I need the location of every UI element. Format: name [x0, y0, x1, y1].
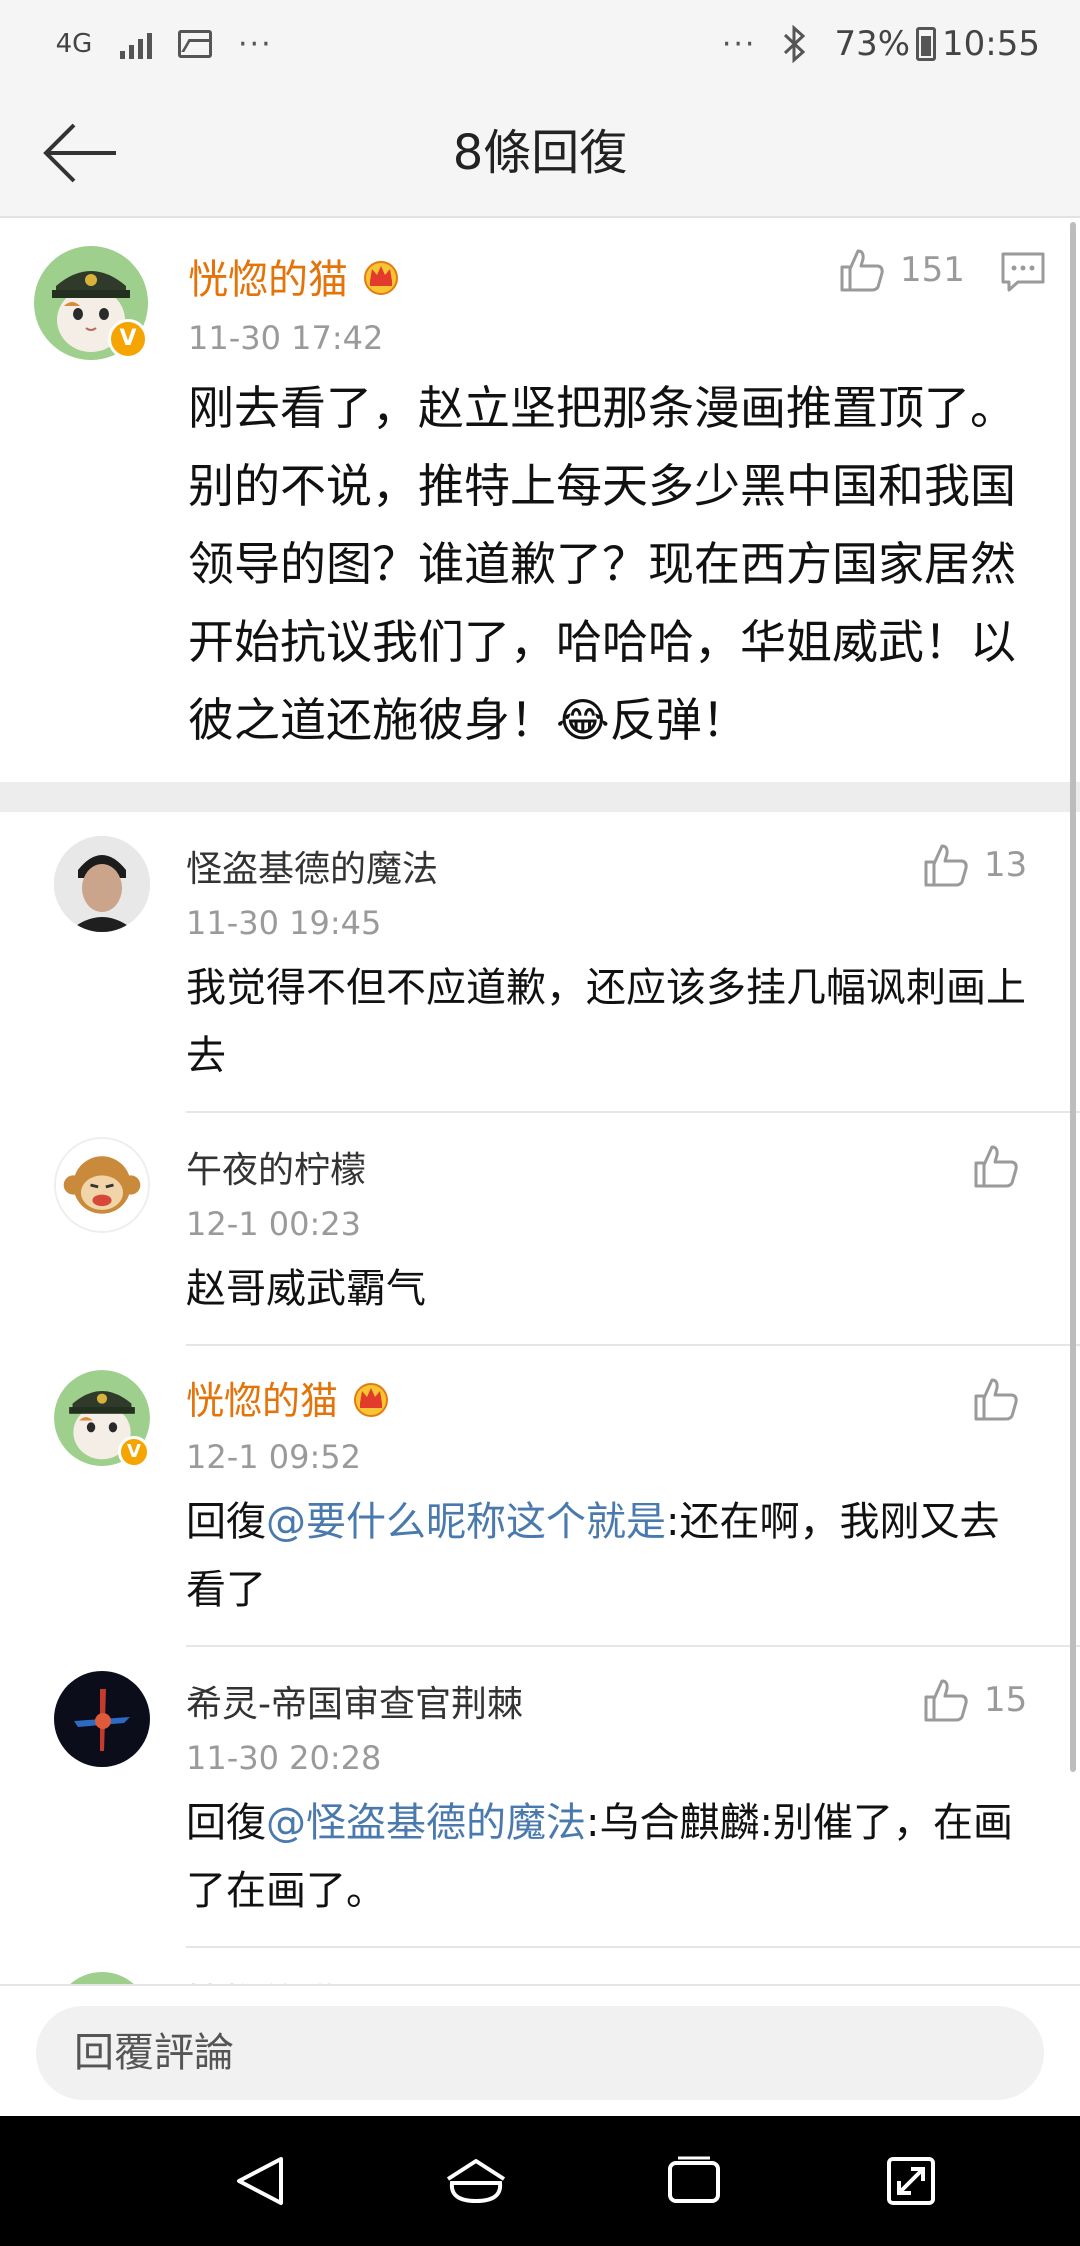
thumbs-up-icon	[924, 1679, 968, 1722]
gallery-notification-icon	[178, 30, 212, 58]
reply-time: 12-1 00:23	[186, 1205, 362, 1243]
battery-icon	[916, 27, 937, 61]
reply-time: 11-30 19:45	[186, 904, 382, 942]
recents-icon	[667, 2156, 720, 2203]
like-button[interactable]: 15	[922, 1677, 1027, 1723]
like-button[interactable]	[972, 1143, 1034, 1189]
reply-prefix: 回復	[186, 1800, 266, 1846]
nav-recents-button[interactable]	[654, 2141, 734, 2221]
comment-list[interactable]: V 恍惚的猫 11-30 17:42 151 刚去看了，赵立坚把那条漫画推置顶了…	[0, 219, 1080, 1984]
main-comment: V 恍惚的猫 11-30 17:42 151 刚去看了，赵立坚把那条漫画推置顶了…	[0, 219, 1080, 782]
thumbs-up-icon	[924, 844, 968, 887]
page-title: 8條回復	[452, 125, 628, 181]
nav-home-button[interactable]	[436, 2141, 516, 2221]
clock: 10:55	[942, 24, 1040, 64]
more-notifications-icon: ···	[238, 26, 273, 62]
reply-username[interactable]: 希灵-帝国审查官荆棘	[186, 1675, 523, 1727]
reply-text: 我觉得不但不应道歉，还应该多挂几幅讽刺画上去	[186, 965, 1026, 1079]
reply-comment-input[interactable]: 回覆評論	[36, 2006, 1044, 2100]
reply-button[interactable]	[1000, 251, 1046, 297]
comment-username[interactable]: 恍惚的猫	[188, 247, 348, 305]
reply-time: 11-30 20:28	[186, 1739, 382, 1777]
mention-link[interactable]: @怪盗基德的魔法	[266, 1800, 586, 1846]
reply-text: 回復@怪盗基德的魔法:乌合麒麟:别催了，在画了在画了。	[186, 1789, 1036, 1925]
laughing-emoji-icon: 😂	[556, 693, 610, 747]
system-nav-bar	[0, 2116, 1080, 2246]
triangle-back-icon	[236, 2157, 283, 2205]
nav-back-button[interactable]	[219, 2141, 299, 2221]
reply-time: 12-1 09:52	[186, 1438, 362, 1476]
avatar[interactable]	[54, 836, 150, 932]
reply-username[interactable]: 怪盗基德的魔法	[186, 840, 438, 892]
vip-crown-icon	[354, 1382, 389, 1417]
signal-icon	[120, 29, 152, 59]
like-count: 13	[984, 845, 1028, 885]
home-icon	[447, 2159, 506, 2204]
status-left: 4G ···	[54, 27, 273, 62]
reply-text: 回復@要什么昵称这个就是:还在啊，我刚又去看了	[186, 1488, 1036, 1624]
comment-text-tail: 反弹！	[609, 693, 748, 747]
reply-item: 怪盗基德的魔法 13 11-30 19:45 我觉得不但不应道歉，还应该多挂几幅…	[0, 812, 1080, 1113]
like-button[interactable]: 13	[922, 842, 1027, 888]
replies: 怪盗基德的魔法 13 11-30 19:45 我觉得不但不应道歉，还应该多挂几幅…	[0, 812, 1080, 1984]
expand-icon	[887, 2157, 936, 2205]
status-bar: 4G ··· ··· 73% 10:55	[0, 0, 1080, 88]
comment-icon	[1001, 252, 1045, 292]
reply-input-bar: 回覆評論	[0, 1984, 1080, 2116]
reply-item: 午夜的柠檬 12-1 00:23 赵哥威武霸气	[0, 1113, 1080, 1346]
section-separator	[0, 782, 1080, 812]
thumbs-up-icon	[974, 1145, 1018, 1188]
reply-prefix: 回復	[186, 1499, 266, 1545]
verified-badge-icon: V	[118, 1436, 150, 1468]
reply-item: V 恍惚的猫 12-1 09:52 回復@要什么昵称这个就是:还在啊，我刚又去看…	[0, 1346, 1080, 1647]
battery-percent: 73%	[834, 24, 911, 64]
bluetooth-icon	[784, 25, 806, 63]
reply-item-partial: 恍惚的猫	[0, 1948, 1080, 1984]
scrollbar[interactable]	[1070, 222, 1076, 1772]
avatar[interactable]	[54, 1137, 150, 1233]
more-status-icon: ···	[721, 26, 757, 62]
reply-text: 赵哥威武霸气	[186, 1266, 426, 1312]
avatar[interactable]	[54, 1972, 150, 1984]
comment-time: 11-30 17:42	[188, 319, 384, 357]
vip-crown-icon	[364, 261, 398, 295]
header: 8條回復	[0, 88, 1080, 218]
monkey-avatar-image	[56, 1139, 148, 1231]
portrait-avatar-image	[54, 836, 150, 932]
thumbs-up-icon	[840, 249, 884, 292]
reply-item: 希灵-帝国审查官荆棘 15 11-30 20:28 回復@怪盗基德的魔法:乌合麒…	[0, 1647, 1080, 1948]
like-count: 151	[900, 250, 965, 290]
nav-expand-button[interactable]	[871, 2141, 951, 2221]
like-count: 15	[984, 1680, 1028, 1720]
dark-avatar-image	[54, 1671, 150, 1767]
thumbs-up-icon	[974, 1378, 1018, 1421]
network-type: 4G	[55, 29, 93, 59]
like-button[interactable]: 151	[838, 247, 965, 293]
avatar[interactable]	[54, 1671, 150, 1767]
reply-username[interactable]: 恍惚的猫	[186, 1972, 338, 1984]
comment-text: 刚去看了，赵立坚把那条漫画推置顶了。别的不说，推特上每天多少黑中国和我国领导的图…	[188, 369, 1023, 759]
verified-badge-icon: V	[108, 319, 148, 359]
like-button[interactable]	[972, 1376, 1034, 1422]
status-right: ··· 73% 10:55	[722, 24, 1040, 64]
reply-username[interactable]: 午夜的柠檬	[186, 1141, 366, 1193]
reply-username[interactable]: 恍惚的猫	[186, 1370, 338, 1425]
mention-link[interactable]: @要什么昵称这个就是	[266, 1499, 666, 1545]
